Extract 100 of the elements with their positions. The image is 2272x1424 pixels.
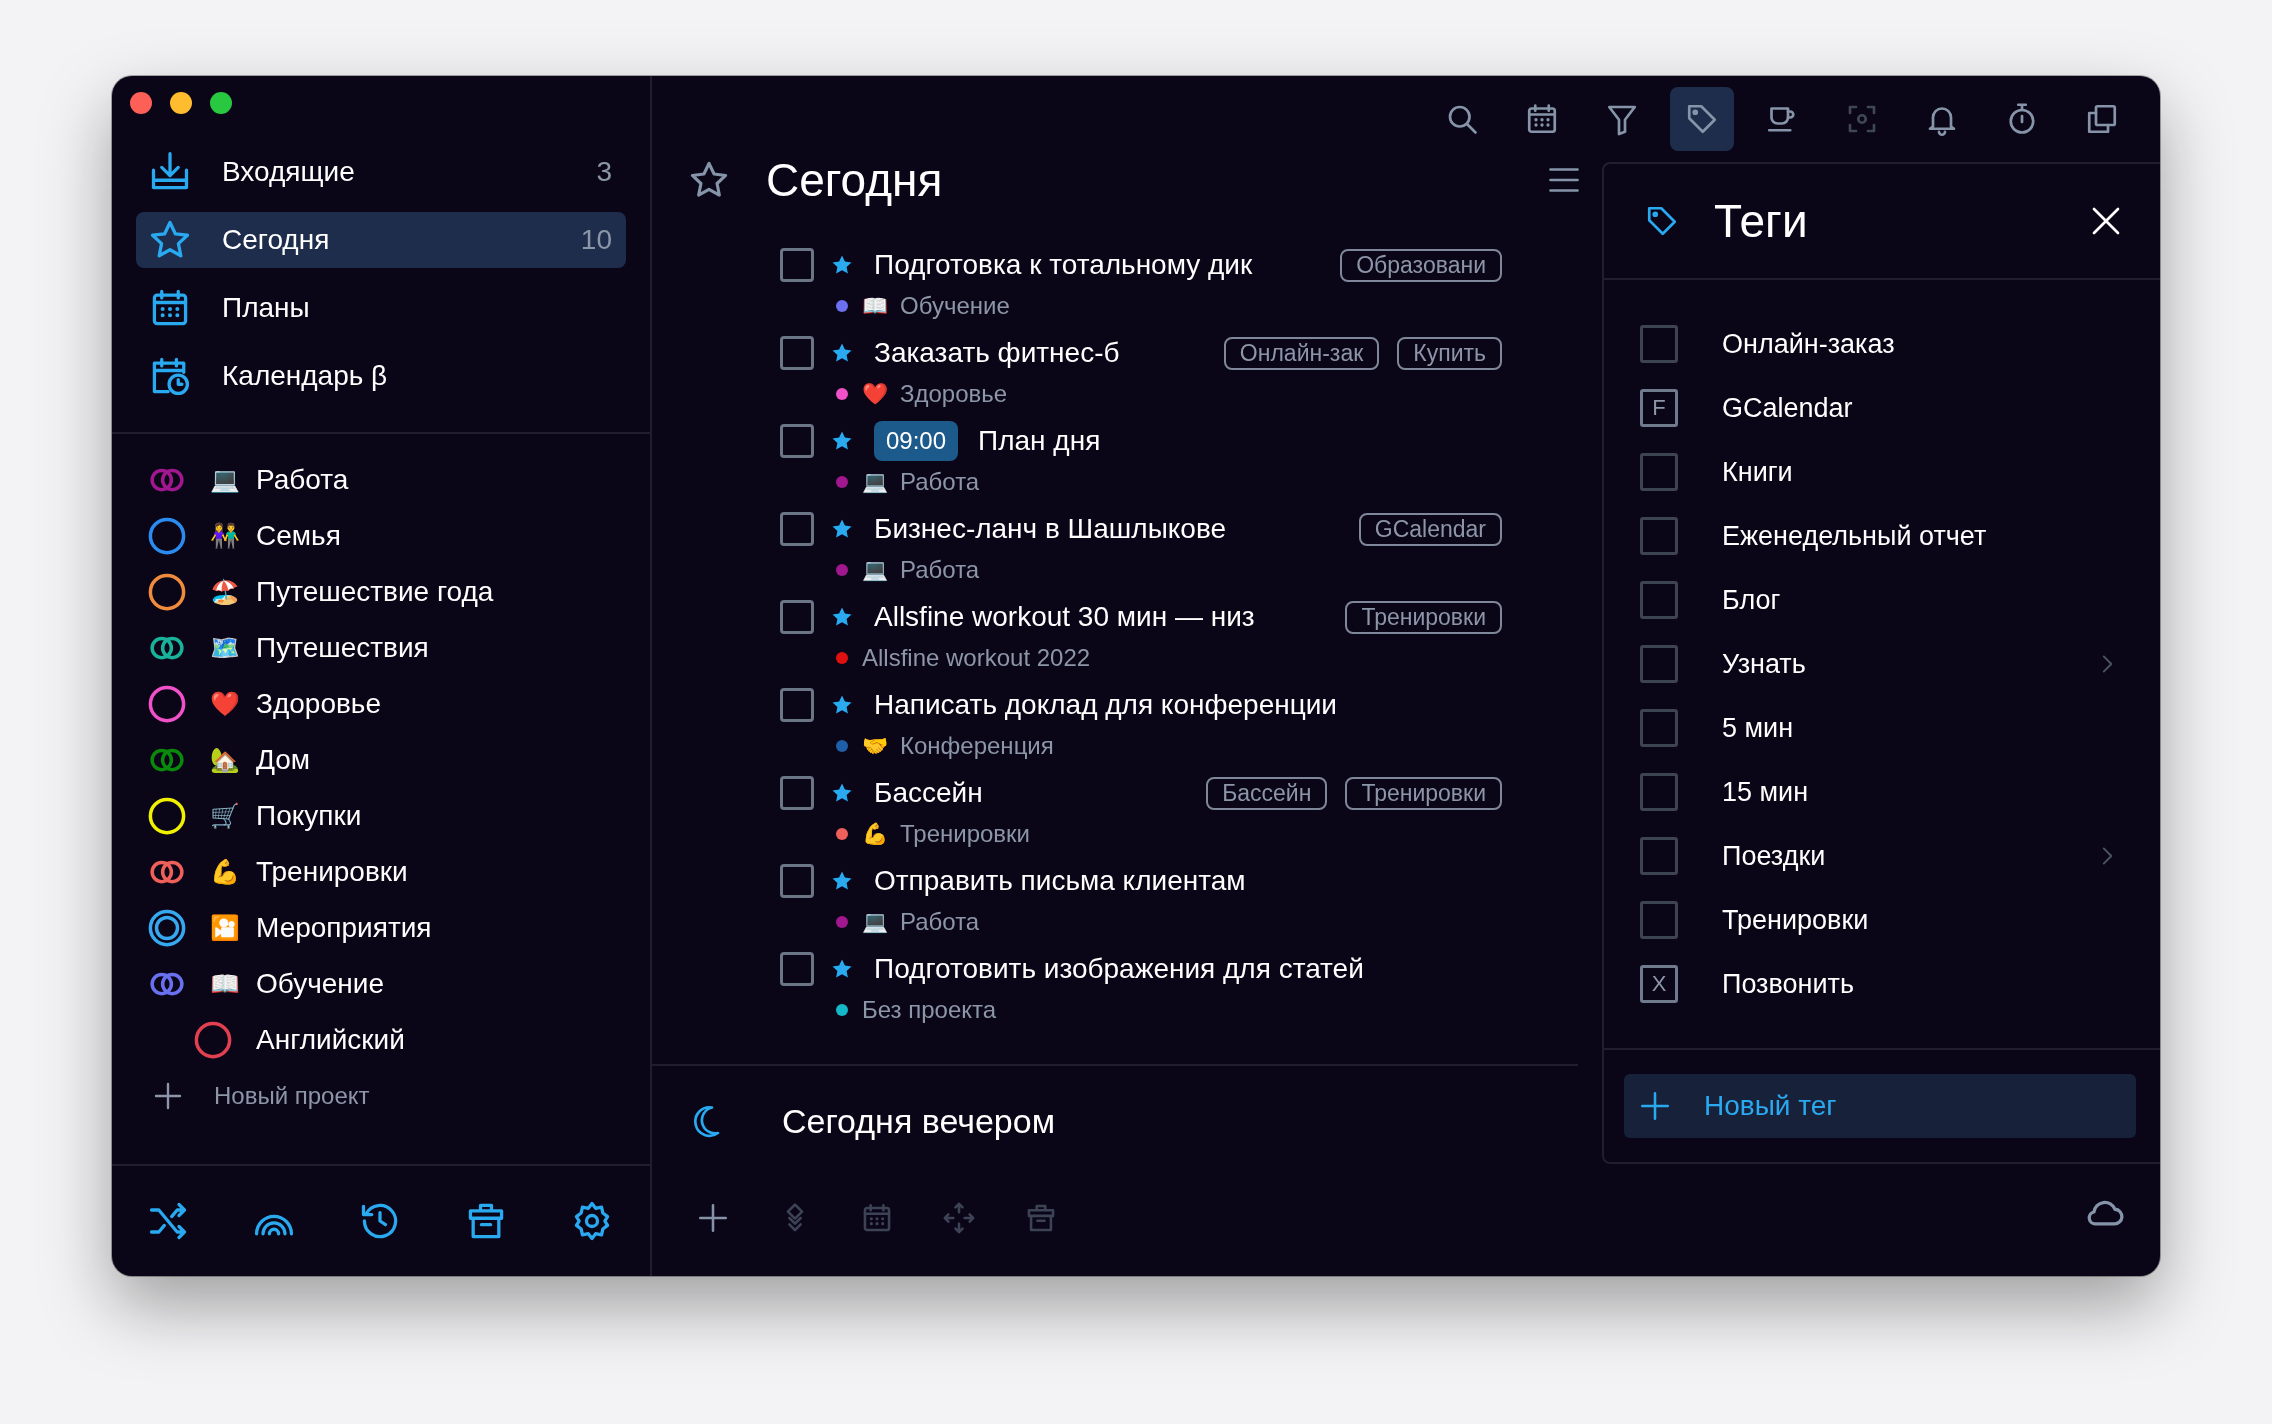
nav-label: Календарь β: [222, 360, 389, 392]
project-item[interactable]: 💪 Тренировки: [146, 844, 626, 900]
tag-label: Купить: [1397, 336, 1502, 370]
new-project-button[interactable]: Новый проект: [146, 1068, 626, 1124]
project-label: Мероприятия: [256, 912, 432, 944]
tag-item[interactable]: F GCalendar: [1640, 376, 2120, 440]
project-label: Работа: [256, 464, 349, 496]
tag-item[interactable]: Еженедельный отчет: [1640, 504, 2120, 568]
count-label: 10: [580, 224, 612, 256]
tag-item[interactable]: Блог: [1640, 568, 2120, 632]
task-checkbox[interactable]: [780, 512, 814, 546]
emoji-icon: 💪: [210, 860, 242, 884]
tag-checkbox[interactable]: [1640, 581, 1678, 619]
tag-checkbox[interactable]: [1640, 645, 1678, 683]
nav-item[interactable]: Входящие 3: [136, 144, 626, 200]
tag-checkbox[interactable]: [1640, 517, 1678, 555]
tag-label: Онлайн-заказ: [1722, 328, 1896, 360]
tag-label: Образовани: [1340, 248, 1502, 282]
new-tag-button[interactable]: Новый тег: [1624, 1074, 2136, 1138]
panel-title: Теги: [1714, 194, 1809, 248]
project-label: Без проекта: [862, 996, 997, 1024]
tag-checkbox[interactable]: [1640, 901, 1678, 939]
nav-item[interactable]: Сегодня 10: [136, 212, 626, 268]
nav-label: Входящие: [222, 156, 356, 188]
minimize-window-button[interactable]: [170, 92, 192, 114]
emoji-icon: 🎦: [210, 916, 242, 940]
project-label: Семья: [256, 520, 341, 552]
tag-checkbox[interactable]: [1640, 325, 1678, 363]
project-item[interactable]: 🏡 Дом: [146, 732, 626, 788]
count-label: 3: [596, 156, 612, 188]
tag-item[interactable]: 5 мин: [1640, 696, 2120, 760]
task-checkbox[interactable]: [780, 864, 814, 898]
tag-checkbox[interactable]: [1640, 773, 1678, 811]
task-title: Подготовка к тотальному дик: [874, 249, 1253, 281]
project-label: Покупки: [256, 800, 362, 832]
tag-label: GCalendar: [1722, 392, 1854, 424]
view-title: Сегодня: [766, 153, 944, 207]
emoji-icon: 💻: [862, 911, 890, 933]
emoji-icon: 💻: [210, 468, 242, 492]
project-label: Путешествие года: [256, 576, 494, 608]
task-checkbox[interactable]: [780, 952, 814, 986]
project-item[interactable]: 👫 Семья: [146, 508, 626, 564]
project-label: Тренировки: [256, 856, 408, 888]
task-title: Подготовить изображения для статей: [874, 953, 1364, 985]
tag-label: Бассейн: [1206, 776, 1328, 810]
plus-icon[interactable]: [696, 1201, 730, 1235]
project-label: Здоровье: [900, 380, 1008, 408]
tag-label: GCalendar: [1358, 512, 1502, 546]
tag-label: 15 мин: [1722, 776, 1810, 808]
section-title: Сегодня вечером: [782, 1101, 1056, 1141]
tag-item[interactable]: Узнать: [1640, 632, 2120, 696]
project-item[interactable]: Английский: [146, 1012, 626, 1068]
task-checkbox[interactable]: [780, 336, 814, 370]
tag-item[interactable]: Поездки: [1640, 824, 2120, 888]
task-title: Бизнес-ланч в Шашлыкове: [874, 513, 1227, 545]
project-item[interactable]: 💻 Работа: [146, 452, 626, 508]
project-item[interactable]: 📖 Обучение: [146, 956, 626, 1012]
project-label: Путешествия: [256, 632, 429, 664]
project-label: Allsfine workout 2022: [862, 644, 1091, 672]
tag-checkbox[interactable]: [1640, 837, 1678, 875]
project-label: Работа: [900, 556, 980, 584]
emoji-icon: 💪: [862, 823, 890, 845]
project-item[interactable]: 🛒 Покупки: [146, 788, 626, 844]
task-checkbox[interactable]: [780, 248, 814, 282]
project-label: Обучение: [256, 968, 385, 1000]
emoji-icon: 📖: [862, 295, 890, 317]
tag-label: Еженедельный отчет: [1722, 520, 1988, 552]
nav-item[interactable]: Календарь β: [136, 348, 626, 404]
tag-item[interactable]: 15 мин: [1640, 760, 2120, 824]
shortcut-key[interactable]: X: [1640, 965, 1678, 1003]
zoom-window-button[interactable]: [210, 92, 232, 114]
project-item[interactable]: ❤ Здоровье: [146, 676, 626, 732]
nav-item[interactable]: Планы: [136, 280, 626, 336]
project-item[interactable]: 🗺 Путешествия: [146, 620, 626, 676]
project-item[interactable]: 🏖 Путешествие года: [146, 564, 626, 620]
tag-icon[interactable]: [1670, 87, 1734, 151]
tag-label: Блог: [1722, 584, 1782, 616]
tag-label: Книги: [1722, 456, 1794, 488]
tag-label: Позвонить: [1722, 968, 1855, 1000]
task-checkbox[interactable]: [780, 424, 814, 458]
tag-item[interactable]: Тренировки: [1640, 888, 2120, 952]
nav-label: Планы: [222, 292, 311, 324]
tag-item[interactable]: Онлайн-заказ: [1640, 312, 2120, 376]
task-checkbox[interactable]: [780, 688, 814, 722]
tag-item[interactable]: X Позвонить: [1640, 952, 2120, 1016]
emoji-icon: 🛒: [210, 804, 242, 828]
tag-label: Тренировки: [1345, 600, 1502, 634]
task-checkbox[interactable]: [780, 776, 814, 810]
project-label: Работа: [900, 908, 980, 936]
tag-checkbox[interactable]: [1640, 709, 1678, 747]
close-window-button[interactable]: [130, 92, 152, 114]
tag-item[interactable]: Книги: [1640, 440, 2120, 504]
task-title: Заказать фитнес-б: [874, 337, 1120, 369]
shortcut-key[interactable]: F: [1640, 389, 1678, 427]
emoji-icon: 🗺: [210, 636, 242, 660]
tag-checkbox[interactable]: [1640, 453, 1678, 491]
plus-icon: [152, 1080, 184, 1112]
project-item[interactable]: 🎦 Мероприятия: [146, 900, 626, 956]
task-checkbox[interactable]: [780, 600, 814, 634]
nav-label: Сегодня: [222, 224, 331, 256]
